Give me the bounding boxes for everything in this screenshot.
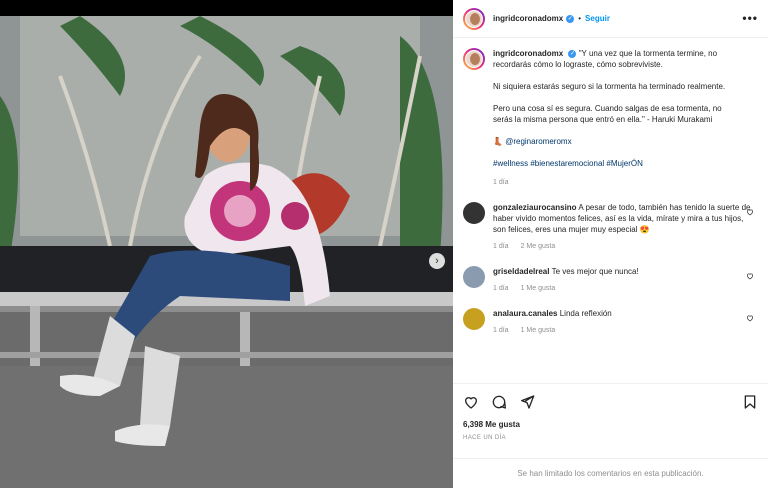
- comment-item: griseldadelreal Te ves mejor que nunca! …: [463, 266, 758, 294]
- comment-item: analaura.canales Linda reflexión 1 día 1 …: [463, 308, 758, 336]
- separator-dot: •: [578, 14, 582, 23]
- post-detail-panel: ingridcoronadomx ✓ • Seguir ••• ingridco…: [453, 0, 768, 488]
- bookmark-icon[interactable]: [742, 394, 758, 410]
- more-options-icon[interactable]: •••: [742, 11, 758, 25]
- caption-text-2: Ni siquiera estarás seguro si la torment…: [493, 82, 726, 91]
- comment-username[interactable]: analaura.canales: [493, 309, 557, 318]
- comment-icon[interactable]: [491, 394, 507, 410]
- author-username[interactable]: ingridcoronadomx: [493, 14, 563, 23]
- heart-icon[interactable]: [746, 314, 754, 322]
- comment-text: Te ves mejor que nunca!: [551, 267, 639, 276]
- boot-emoji: 👢: [493, 137, 503, 146]
- comment-text: Linda reflexión: [559, 309, 612, 318]
- comment-item: gonzaleziaurocansino A pesar de todo, ta…: [463, 202, 758, 252]
- hashtags[interactable]: #wellness #bienestaremocional #MujerÓN: [493, 158, 743, 169]
- comment-time[interactable]: 1 día: [493, 327, 509, 334]
- avatar[interactable]: [463, 202, 485, 224]
- caption-time[interactable]: 1 día: [493, 177, 743, 188]
- comment-likes[interactable]: 1 Me gusta: [521, 327, 556, 334]
- verified-badge-icon: ✓: [566, 14, 575, 23]
- avatar[interactable]: [463, 308, 485, 330]
- post-age[interactable]: HACE UN DÍA: [463, 435, 758, 441]
- share-icon[interactable]: [519, 394, 535, 410]
- caption-username[interactable]: ingridcoronadomx: [493, 49, 563, 58]
- comment-likes[interactable]: 2 Me gusta: [521, 243, 556, 250]
- comments-list[interactable]: ingridcoronadomx ✓ "Y una vez que la tor…: [453, 38, 768, 382]
- post-modal: › ingridcoronadomx ✓ • Seguir ••• ingrid…: [0, 0, 768, 488]
- heart-icon[interactable]: [746, 272, 754, 280]
- action-bar: 6,398 Me gusta HACE UN DÍA: [453, 383, 768, 441]
- comment-username[interactable]: griseldadelreal: [493, 267, 549, 276]
- mention-link[interactable]: @reginaromeromx: [505, 137, 571, 146]
- heart-icon[interactable]: [463, 394, 479, 410]
- comment-body: analaura.canales Linda reflexión 1 día 1 …: [493, 308, 751, 336]
- photo-illustration: [0, 16, 453, 488]
- avatar[interactable]: [463, 266, 485, 288]
- comment-time[interactable]: 1 día: [493, 285, 509, 292]
- comment-body: gonzaleziaurocansino A pesar de todo, ta…: [493, 202, 751, 252]
- post-header: ingridcoronadomx ✓ • Seguir •••: [453, 0, 768, 38]
- like-count[interactable]: 6,398 Me gusta: [463, 420, 758, 429]
- follow-button[interactable]: Seguir: [585, 14, 610, 23]
- caption-body: ingridcoronadomx ✓ "Y una vez que la tor…: [493, 48, 743, 188]
- comments-limited-notice: Se han limitado los comentarios en esta …: [453, 458, 768, 488]
- chevron-right-icon[interactable]: ›: [429, 253, 445, 269]
- caption: ingridcoronadomx ✓ "Y una vez que la tor…: [463, 38, 758, 188]
- verified-badge-icon: ✓: [568, 49, 577, 58]
- comment-time[interactable]: 1 día: [493, 243, 509, 250]
- heart-icon[interactable]: [746, 208, 754, 216]
- caption-text-3: Pero una cosa sí es segura. Cuando salga…: [493, 104, 722, 124]
- post-photo[interactable]: ›: [0, 16, 453, 488]
- avatar[interactable]: [463, 48, 485, 70]
- avatar[interactable]: [463, 7, 485, 30]
- comment-likes[interactable]: 1 Me gusta: [521, 285, 556, 292]
- comment-username[interactable]: gonzaleziaurocansino: [493, 203, 577, 212]
- comment-body: griseldadelreal Te ves mejor que nunca! …: [493, 266, 751, 294]
